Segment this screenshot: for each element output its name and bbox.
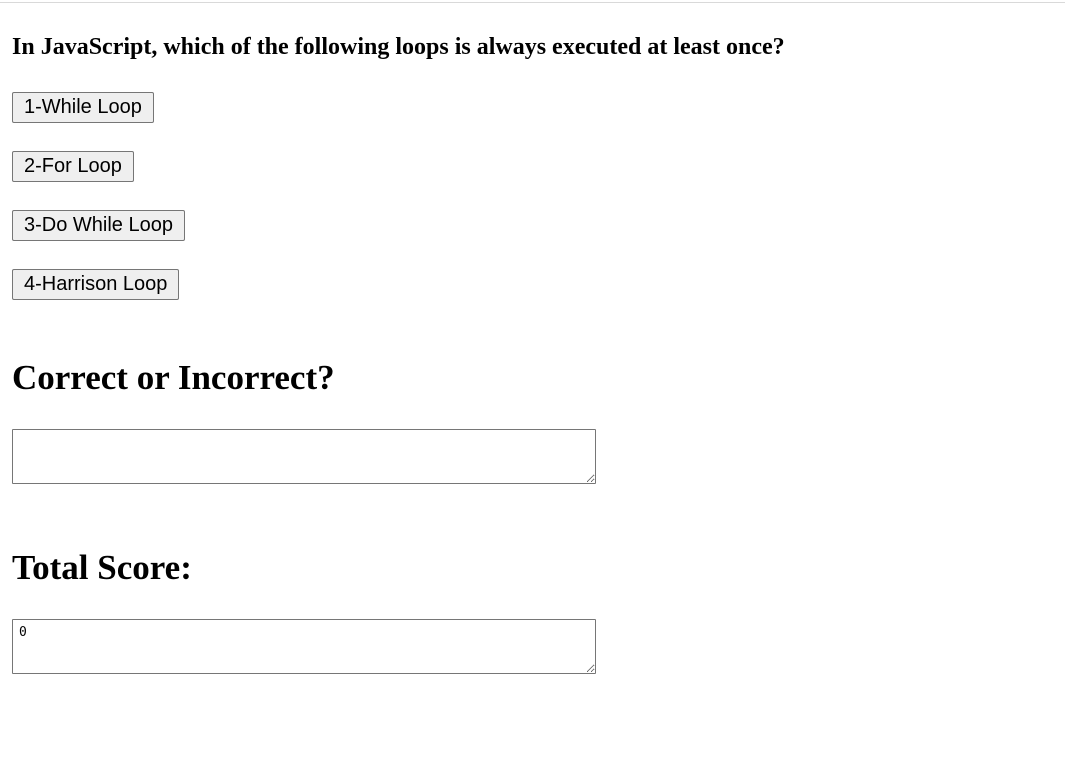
score-textarea[interactable]: 0 bbox=[12, 619, 596, 674]
result-textarea[interactable] bbox=[12, 429, 596, 484]
answer-button-for-loop[interactable]: 2-For Loop bbox=[12, 151, 134, 182]
result-heading: Correct or Incorrect? bbox=[12, 358, 335, 397]
score-heading: Total Score: bbox=[12, 548, 192, 587]
question-text: In JavaScript, which of the following lo… bbox=[12, 34, 785, 60]
answer-button-while-loop[interactable]: 1-While Loop bbox=[12, 92, 154, 123]
top-divider bbox=[0, 2, 1065, 3]
answer-button-harrison-loop[interactable]: 4-Harrison Loop bbox=[12, 269, 180, 300]
answer-button-do-while-loop[interactable]: 3-Do While Loop bbox=[12, 210, 185, 241]
